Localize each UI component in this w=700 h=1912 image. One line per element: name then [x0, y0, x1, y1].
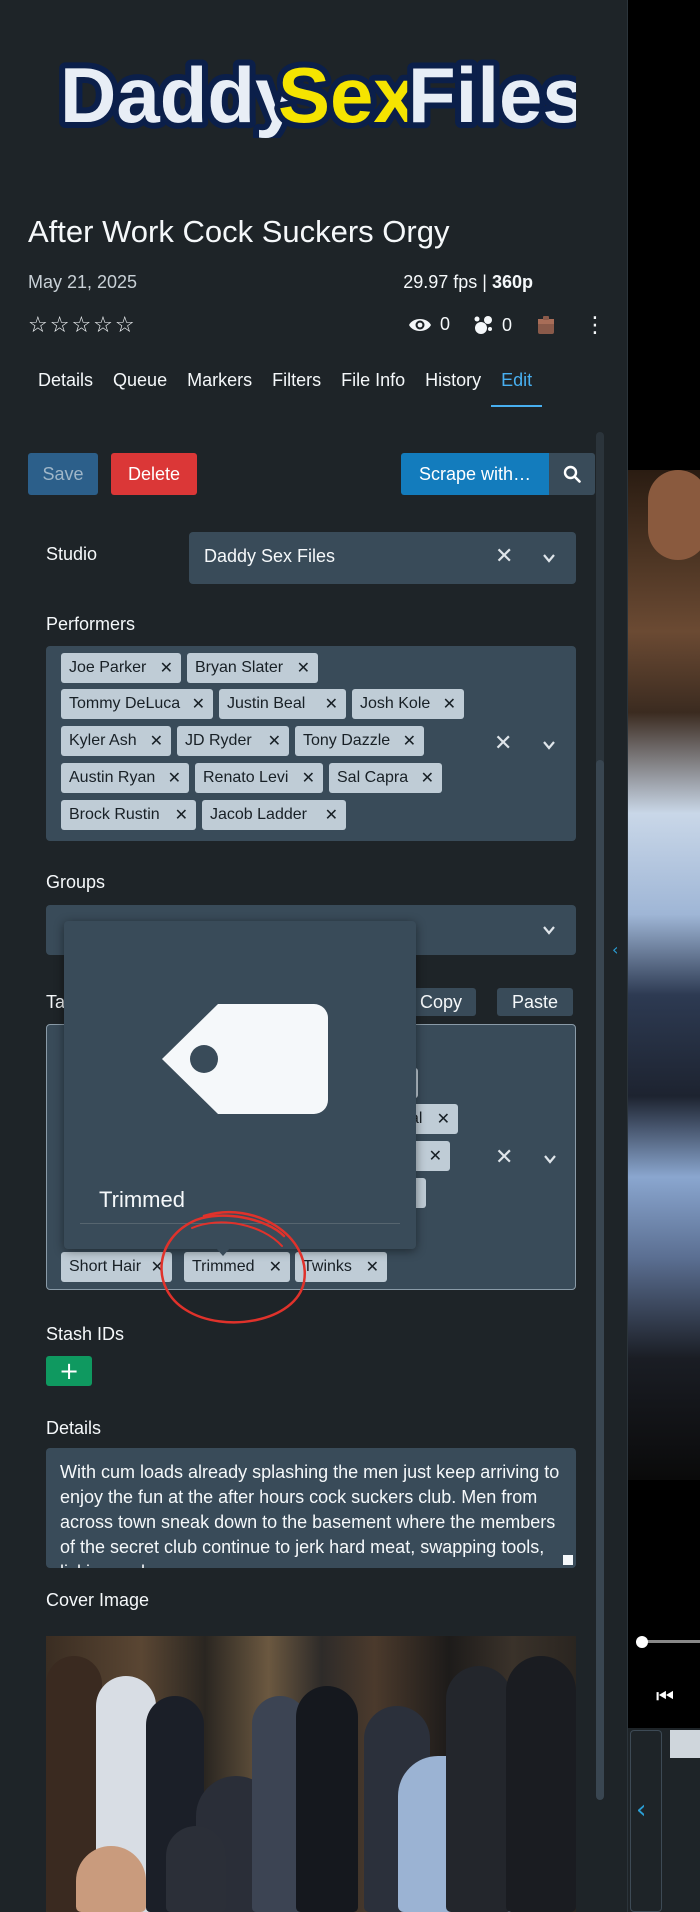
tab-edit[interactable]: Edit: [491, 364, 543, 407]
remove-icon[interactable]: ✕: [160, 658, 173, 677]
view-count-value: 0: [440, 314, 451, 334]
tag-popover: Trimmed: [64, 921, 416, 1249]
remove-icon[interactable]: ✕: [297, 658, 310, 677]
tag-icon: [162, 1004, 328, 1114]
tab-filters[interactable]: Filters: [262, 364, 331, 407]
svg-text:Daddy: Daddy: [60, 51, 298, 138]
remove-icon[interactable]: ✕: [437, 1109, 450, 1128]
skip-back-icon[interactable]: ⏮: [656, 1684, 674, 1708]
clear-icon[interactable]: ✕: [495, 1145, 513, 1170]
remove-icon[interactable]: ✕: [268, 731, 281, 750]
rating-stars[interactable]: ☆☆☆☆☆: [28, 313, 137, 338]
remove-icon[interactable]: ✕: [168, 768, 181, 787]
performer-chip[interactable]: Brock Rustin ✕: [61, 800, 196, 830]
scrape-search-button[interactable]: [549, 453, 595, 495]
annotation-circle: [160, 1210, 306, 1324]
performer-chip[interactable]: Bryan Slater ✕: [187, 653, 318, 683]
performer-chip[interactable]: Justin Beal ✕: [219, 689, 346, 719]
svg-text:Sex: Sex: [278, 51, 417, 138]
paste-button[interactable]: Paste: [497, 988, 573, 1016]
performer-chip[interactable]: Tony Dazzle ✕: [295, 726, 424, 756]
chevron-left-icon: ‹: [636, 1795, 647, 1825]
scrollbar-thumb[interactable]: [596, 760, 604, 1800]
fps-text: 29.97 fps |: [403, 272, 487, 292]
remove-icon[interactable]: ✕: [403, 731, 416, 750]
copy-button[interactable]: Copy: [406, 988, 476, 1016]
chevron-down-icon[interactable]: [543, 1152, 557, 1166]
chevron-down-icon[interactable]: [542, 551, 556, 565]
resolution-text: 360p: [491, 272, 533, 292]
remove-icon[interactable]: ✕: [175, 805, 188, 824]
performer-chip[interactable]: Josh Kole ✕: [352, 689, 464, 719]
remove-icon[interactable]: ✕: [325, 694, 338, 713]
scene-date: May 21, 2025: [28, 272, 138, 292]
performer-chip[interactable]: Renato Levi ✕: [195, 763, 323, 793]
remove-icon[interactable]: ✕: [421, 768, 434, 787]
remove-icon[interactable]: ✕: [429, 1146, 442, 1165]
tab-details[interactable]: Details: [28, 364, 103, 407]
eye-icon: [409, 318, 431, 331]
clear-icon[interactable]: ✕: [495, 544, 513, 569]
remove-icon[interactable]: ✕: [302, 768, 315, 787]
delete-button[interactable]: Delete: [111, 453, 197, 495]
seek-handle[interactable]: [636, 1636, 648, 1648]
performer-chip[interactable]: Sal Capra ✕: [329, 763, 442, 793]
box-icon[interactable]: [537, 315, 555, 335]
studio-logo: Daddy Daddy Sex Sex Files Files: [56, 45, 576, 138]
studio-value: Daddy Sex Files: [204, 546, 336, 566]
scrape-with-button[interactable]: Scrape with…: [401, 453, 549, 495]
scene-title: After Work Cock Suckers Orgy: [28, 214, 450, 249]
performer-chip[interactable]: JD Ryder ✕: [177, 726, 289, 756]
tab-markers[interactable]: Markers: [177, 364, 262, 407]
studio-label: Studio: [46, 544, 98, 564]
remove-icon[interactable]: ✕: [150, 731, 163, 750]
view-count[interactable]: 0: [408, 314, 450, 335]
cover-image-label: Cover Image: [46, 1590, 150, 1610]
kebab-icon[interactable]: ⋮: [584, 313, 606, 338]
svg-text:Files: Files: [408, 51, 576, 138]
save-button[interactable]: Save: [28, 453, 98, 495]
seek-bar[interactable]: [640, 1640, 700, 1643]
remove-icon[interactable]: ✕: [325, 805, 338, 824]
remove-icon[interactable]: ✕: [192, 694, 205, 713]
scene-panel: Daddy Daddy Sex Sex Files Files After Wo…: [0, 0, 628, 1912]
video-player[interactable]: ⏮: [628, 0, 700, 1912]
remove-icon[interactable]: ✕: [366, 1257, 379, 1276]
scene-file-info: 29.97 fps | 360p: [403, 272, 533, 293]
scene-tabs: Details Queue Markers Filters File Info …: [28, 364, 543, 407]
o-counter-value: 0: [502, 314, 513, 335]
details-text: With cum loads already splashing the men…: [60, 1462, 560, 1568]
performer-chip[interactable]: Joe Parker ✕: [61, 653, 181, 683]
details-textarea[interactable]: With cum loads already splashing the men…: [46, 1448, 576, 1568]
tab-queue[interactable]: Queue: [103, 364, 177, 407]
tags-label: Ta: [46, 992, 66, 1012]
performer-chip[interactable]: Tommy DeLuca ✕: [61, 689, 213, 719]
add-stash-id-button[interactable]: +: [46, 1356, 92, 1386]
details-label: Details: [46, 1418, 102, 1438]
performer-chip[interactable]: Jacob Ladder ✕: [202, 800, 346, 830]
remove-icon[interactable]: ✕: [443, 694, 456, 713]
performer-chip[interactable]: Kyler Ash ✕: [61, 726, 171, 756]
studio-select[interactable]: Daddy Sex Files ✕: [189, 532, 576, 584]
groups-label: Groups: [46, 872, 106, 892]
performers-label: Performers: [46, 614, 136, 634]
o-counter[interactable]: 0: [472, 314, 512, 336]
chevron-down-icon[interactable]: [542, 738, 556, 752]
clear-icon[interactable]: ✕: [494, 731, 512, 756]
tab-file-info[interactable]: File Info: [331, 364, 415, 407]
chevron-down-icon[interactable]: [542, 923, 556, 937]
tab-history[interactable]: History: [415, 364, 491, 407]
cover-image[interactable]: [46, 1636, 576, 1912]
video-frame: [628, 470, 700, 1480]
resize-handle[interactable]: [563, 1555, 573, 1565]
chevron-left-icon[interactable]: ‹: [612, 940, 618, 959]
splash-icon: [474, 316, 492, 334]
queue-thumbnail[interactable]: [670, 1730, 700, 1758]
stash-ids-label: Stash IDs: [46, 1324, 125, 1344]
search-icon: [563, 465, 581, 483]
performer-chip[interactable]: Austin Ryan ✕: [61, 763, 189, 793]
